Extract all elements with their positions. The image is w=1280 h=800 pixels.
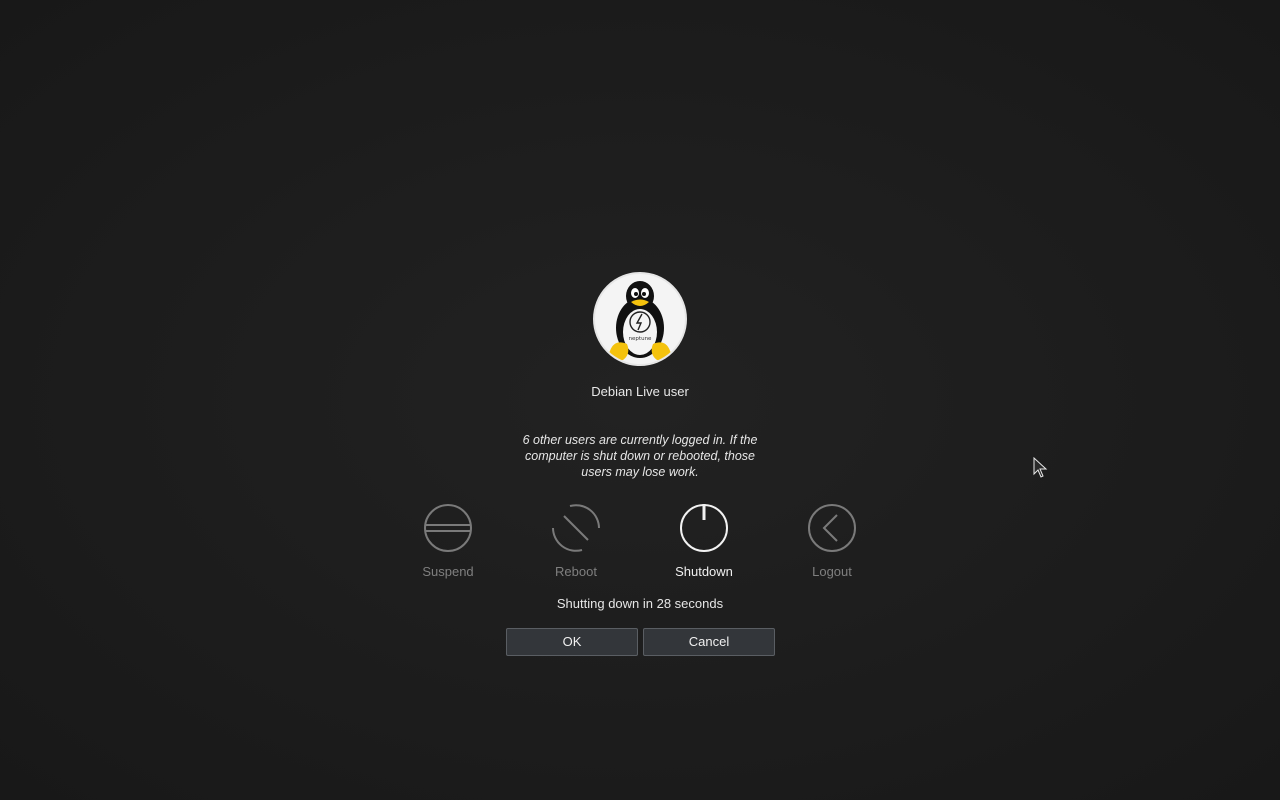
shutdown-countdown: Shutting down in 28 seconds: [556, 596, 724, 611]
warning-line: computer is shut down or rebooted, those: [525, 449, 755, 463]
logged-in-warning: 6 other users are currently logged in. I…: [490, 432, 790, 480]
logout-screen: neptune Debian Live user 6 other users a…: [0, 0, 1280, 800]
avatar-logo-text: neptune: [629, 336, 652, 342]
shutdown-button[interactable]: Shutdown: [640, 502, 768, 582]
reboot-label: Reboot: [555, 564, 597, 579]
reboot-button[interactable]: Reboot: [512, 502, 640, 582]
session-actions: Suspend Reboot Shutdown Logout: [384, 502, 896, 582]
warning-line: users may lose work.: [581, 465, 699, 479]
suspend-label: Suspend: [422, 564, 474, 579]
warning-line: 6 other users are currently logged in. I…: [522, 433, 758, 447]
mouse-pointer-icon: [1033, 457, 1048, 478]
tux-penguin-icon: neptune: [609, 281, 671, 361]
logout-icon: [808, 504, 856, 552]
power-icon: [680, 504, 728, 552]
cancel-button[interactable]: Cancel: [643, 628, 775, 656]
logout-button[interactable]: Logout: [768, 502, 896, 582]
ok-button[interactable]: OK: [506, 628, 638, 656]
reboot-icon: [552, 504, 600, 552]
logout-label: Logout: [812, 564, 852, 579]
suspend-button[interactable]: Suspend: [384, 502, 512, 582]
user-name: Debian Live user: [591, 384, 689, 399]
shutdown-label: Shutdown: [675, 564, 733, 579]
user-avatar: neptune: [593, 272, 687, 366]
suspend-icon: [424, 504, 472, 552]
